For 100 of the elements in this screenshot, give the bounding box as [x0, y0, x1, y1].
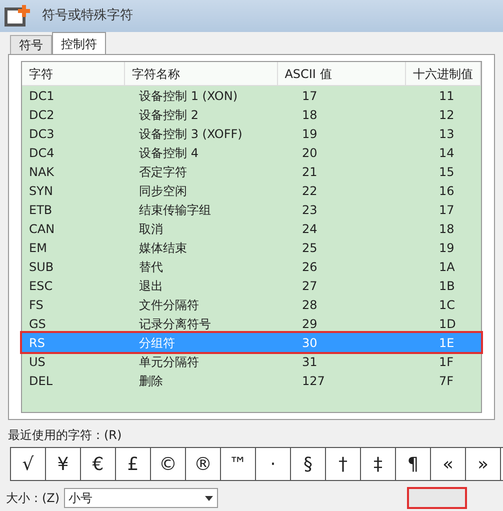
character-button[interactable]: » [466, 448, 501, 480]
table-cell-text: CAN [28, 220, 56, 238]
table-cell-text: DC2 [28, 106, 56, 124]
table-cell-text: 31 [301, 354, 318, 370]
table-cell-text: 退出 [138, 278, 164, 294]
table-cell-text: 单元分隔符 [138, 354, 200, 370]
table-row[interactable]: US 单元分隔符 31 1F [22, 352, 481, 371]
table-cell-text: 23 [301, 202, 318, 218]
table-cell-text: 1B [438, 278, 456, 294]
table-cell-text: 11 [438, 88, 456, 104]
table-cell-text: 结束传输字组 [138, 202, 212, 218]
table-cell-text: 取消 [138, 220, 164, 238]
table-cell-text: 设备控制 1 (XON) [138, 88, 239, 104]
table-cell-text: 18 [301, 106, 318, 124]
character-button[interactable]: £ [116, 448, 151, 480]
character-button[interactable]: ™ [221, 448, 256, 480]
table-cell-text: 1C [438, 296, 456, 314]
table-cell-text: 17 [438, 202, 456, 218]
table-cell-text: 7F [438, 372, 455, 390]
table-cell-text: 26 [301, 258, 318, 276]
tab[interactable]: 控制符 [52, 32, 106, 54]
table-cell-text: 18 [438, 220, 456, 238]
table-cell-text: 16 [438, 182, 456, 200]
table-row[interactable]: SYN 同步空闲 22 16 [22, 181, 481, 200]
character-button[interactable]: ® [186, 448, 221, 480]
table-row[interactable]: ETB 结束传输字组 23 17 [22, 200, 481, 219]
table-cell-text: EM [28, 240, 48, 256]
table-cell-text: 设备控制 3 (XOFF) [138, 126, 244, 142]
column-header[interactable]: 字符 [22, 62, 126, 85]
table-cell-text: RS [28, 334, 46, 352]
table-row[interactable]: ESC 退出 27 1B [22, 276, 481, 295]
table-cell-text: FS [28, 296, 44, 314]
table-cell-text: DC1 [28, 88, 56, 104]
insert-button[interactable] [407, 487, 467, 509]
table-cell-text: 19 [438, 240, 456, 256]
table-cell-text: 28 [301, 296, 318, 314]
column-header[interactable]: ASCII 值 [278, 62, 406, 85]
table-cell-text: 24 [301, 220, 318, 238]
table-cell-text: 设备控制 4 [138, 144, 200, 162]
table-cell-text: NAK [28, 164, 56, 180]
table-row[interactable]: DC3 设备控制 3 (XOFF) 19 13 [22, 124, 481, 143]
table-cell-text: 替代 [138, 258, 164, 276]
character-button[interactable]: « [431, 448, 466, 480]
tab[interactable]: 符号 [10, 35, 52, 54]
table-cell-text: 20 [301, 144, 318, 162]
table-cell-text: 分组符 [138, 334, 176, 352]
column-header[interactable]: 字符名称 [125, 62, 278, 85]
size-label: 大小：(Z) [6, 490, 60, 507]
caret-icon [204, 496, 213, 500]
character-button[interactable]: ¥ [46, 448, 81, 480]
table-row[interactable]: FS 文件分隔符 28 1C [22, 295, 481, 314]
table-cell-text: DEL [28, 372, 54, 390]
column-header[interactable]: 十六进制值 [406, 62, 481, 85]
character-button[interactable]: ¶ [396, 448, 431, 480]
table-row[interactable]: DC2 设备控制 2 18 12 [22, 105, 481, 124]
character-button[interactable]: √ [11, 448, 46, 480]
table-cell-text: 22 [301, 182, 318, 200]
table-cell-text: 文件分隔符 [138, 296, 200, 314]
table-cell-text: 12 [438, 106, 456, 124]
table-cell-text: 127 [301, 372, 326, 390]
character-button[interactable]: † [326, 448, 361, 480]
table-cell-text: SYN [28, 182, 54, 200]
character-button[interactable]: € [81, 448, 116, 480]
table-cell-text: DC3 [28, 126, 56, 142]
table-cell-text: SUB [28, 258, 55, 276]
table-row[interactable]: EM 媒体结束 25 19 [22, 238, 481, 257]
table-cell-text: 1F [438, 354, 455, 370]
size-dropdown[interactable]: 小号 [64, 488, 218, 508]
table-row[interactable]: GS 记录分离符号 29 1D [22, 314, 481, 333]
table-cell-text: 同步空闲 [138, 182, 188, 200]
table-cell-text: 13 [438, 126, 456, 142]
recent-characters-label: 最近使用的字符：(R) [8, 427, 123, 444]
table-row[interactable]: SUB 替代 26 1A [22, 257, 481, 276]
table-cell-text: 29 [301, 316, 318, 332]
table-row[interactable]: DC1 设备控制 1 (XON) 17 11 [22, 86, 481, 105]
table-cell-text: DC4 [28, 144, 56, 162]
table-cell-text: 14 [438, 144, 456, 162]
character-button[interactable]: § [291, 448, 326, 480]
table-cell-text: 1D [438, 316, 457, 332]
table-cell-text: 25 [301, 240, 318, 256]
table-cell-text: 15 [438, 164, 456, 180]
table-cell-text: 媒体结束 [138, 240, 188, 256]
window-title: 符号或特殊字符 [42, 7, 133, 26]
table-row[interactable]: CAN 取消 24 18 [22, 219, 481, 238]
table-cell-text: 设备控制 2 [138, 106, 200, 124]
table-cell-text: ETB [28, 202, 54, 218]
table-row[interactable]: DC4 设备控制 4 20 14 [22, 143, 481, 162]
table-cell-text: 1A [438, 258, 456, 276]
character-button[interactable]: ‡ [361, 448, 396, 480]
table-cell-text: 27 [301, 278, 318, 294]
table-cell-text: 19 [301, 126, 318, 142]
table-cell-text: 1E [438, 334, 456, 352]
table-cell-text: ESC [28, 278, 54, 294]
table-cell-text: 17 [301, 88, 318, 104]
character-button[interactable]: · [256, 448, 291, 480]
table-row[interactable]: NAK 否定字符 21 15 [22, 162, 481, 181]
table-cell-text: 记录分离符号 [138, 316, 212, 332]
table-row[interactable]: DEL 删除 127 7F [22, 371, 481, 390]
table-cell-text: 30 [301, 334, 318, 352]
character-button[interactable]: © [151, 448, 186, 480]
